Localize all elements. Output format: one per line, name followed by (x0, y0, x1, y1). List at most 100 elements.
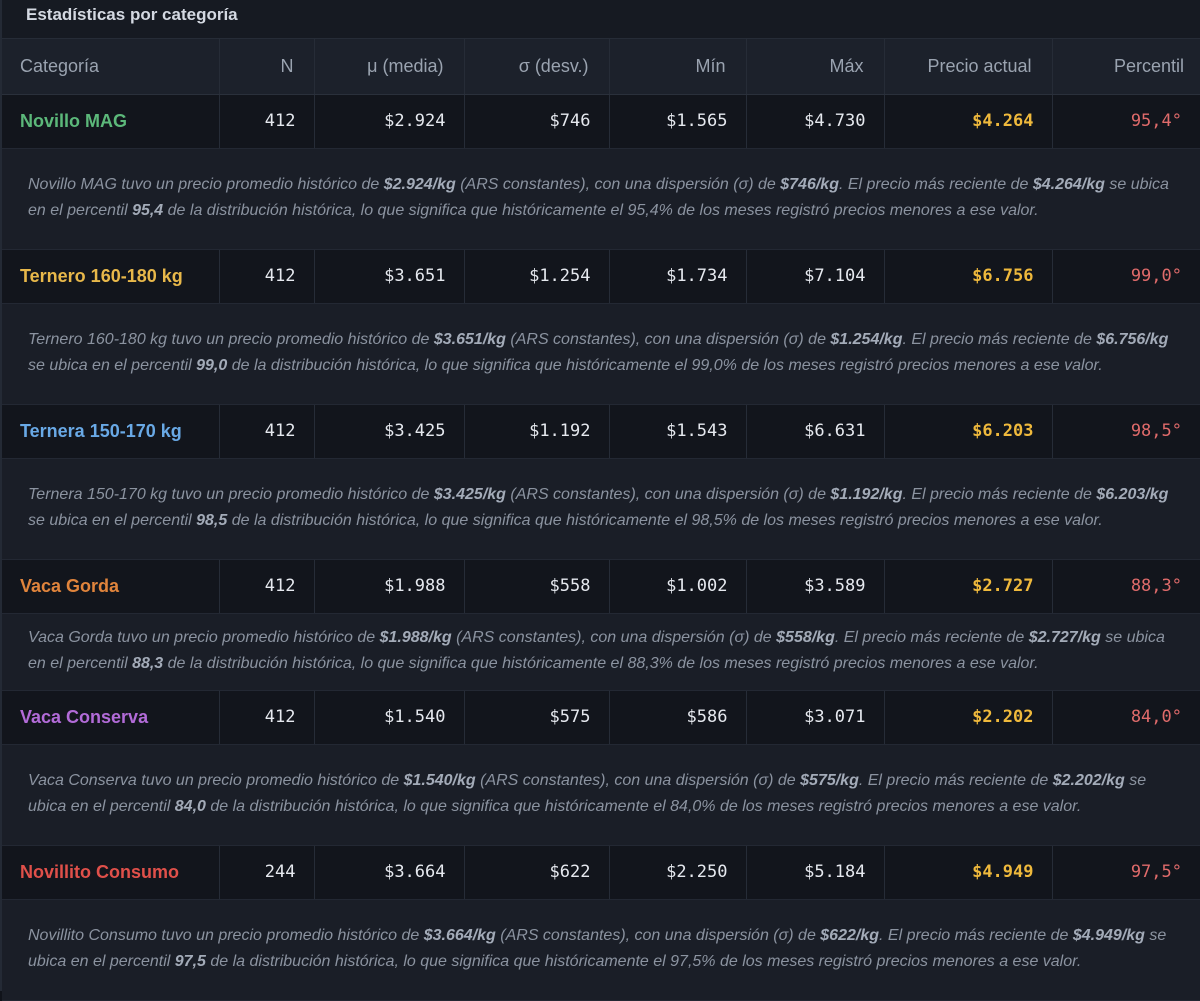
cell-n: 244 (219, 845, 315, 900)
cell-current-price: $4.949 (884, 845, 1053, 900)
description-highlight: $3.651/kg (433, 330, 506, 348)
description-highlight: $746/kg (780, 175, 839, 193)
cell-percentile: 99,0° (1052, 249, 1200, 304)
description-highlight: $6.203/kg (1096, 485, 1169, 503)
cell-sd: $746 (464, 94, 610, 149)
description-highlight: 99,0 (196, 356, 228, 374)
category-description: Ternera 150-170 kg tuvo un precio promed… (2, 458, 1200, 560)
cell-mean: $3.664 (314, 845, 465, 900)
cell-max: $5.184 (746, 845, 885, 900)
description-text: . El precio más reciente de (902, 330, 1097, 348)
cell-current-price: $4.264 (884, 94, 1053, 149)
col-header-percentil[interactable]: Percentil (1052, 39, 1200, 95)
cell-current-price: $6.203 (884, 404, 1053, 459)
description-text: (ARS constantes), con una dispersión (σ)… (505, 330, 831, 348)
col-header-categoria[interactable]: Categoría (2, 39, 220, 95)
cell-percentile: 88,3° (1052, 559, 1200, 614)
cell-mean: $3.651 (314, 249, 465, 304)
cell-sd: $1.192 (464, 404, 610, 459)
description-row: Ternero 160-180 kg tuvo un precio promed… (2, 303, 1200, 405)
description-text: . El precio más reciente de (858, 771, 1053, 789)
cell-max: $6.631 (746, 404, 885, 459)
description-highlight: $1.192/kg (830, 485, 903, 503)
cell-max: $3.589 (746, 559, 885, 614)
description-text: se ubica en el percentil (28, 356, 197, 374)
cell-max: $3.071 (746, 690, 885, 745)
category-description: Ternero 160-180 kg tuvo un precio promed… (2, 303, 1200, 405)
category-name: Vaca Conserva (2, 690, 220, 745)
cell-sd: $1.254 (464, 249, 610, 304)
cell-percentile: 98,5° (1052, 404, 1200, 459)
description-text: (ARS constantes), con una dispersión (σ)… (451, 628, 777, 646)
description-highlight: $575/kg (800, 771, 859, 789)
category-name: Novillo MAG (2, 94, 220, 149)
col-header-precio-actual[interactable]: Precio actual (884, 39, 1053, 95)
description-highlight: 97,5 (174, 952, 206, 970)
description-text: de la distribución histórica, lo que sig… (227, 356, 1103, 374)
col-header-n[interactable]: N (219, 39, 315, 95)
cell-mean: $3.425 (314, 404, 465, 459)
description-highlight: $2.202/kg (1052, 771, 1125, 789)
description-text: Vaca Gorda tuvo un precio promedio histó… (28, 628, 380, 646)
stats-panel: Estadísticas por categoría Categoría N μ… (0, 0, 1200, 1001)
description-text: (ARS constantes), con una dispersión (σ)… (455, 175, 781, 193)
col-header-desv[interactable]: σ (desv.) (464, 39, 610, 95)
table-header-row: Categoría N μ (media) σ (desv.) Mín Máx … (2, 39, 1200, 95)
category-name: Ternero 160-180 kg (2, 249, 220, 304)
col-header-max[interactable]: Máx (746, 39, 885, 95)
table-row[interactable]: Vaca Gorda 412 $1.988 $558 $1.002 $3.589 $2.72… (2, 559, 1200, 614)
category-description: Vaca Conserva tuvo un precio promedio hi… (2, 744, 1200, 846)
description-highlight: 88,3 (132, 654, 164, 672)
description-row: Ternera 150-170 kg tuvo un precio promed… (2, 458, 1200, 560)
cell-n: 412 (219, 94, 315, 149)
col-header-min[interactable]: Mín (609, 39, 747, 95)
description-highlight: $2.727/kg (1028, 628, 1101, 646)
description-row: Vaca Conserva tuvo un precio promedio hi… (2, 744, 1200, 846)
cell-min: $2.250 (609, 845, 747, 900)
description-highlight: $622/kg (820, 926, 879, 944)
description-text: Ternero 160-180 kg tuvo un precio promed… (28, 330, 434, 348)
cell-mean: $1.988 (314, 559, 465, 614)
description-text: se ubica en el percentil (28, 511, 197, 529)
description-text: de la distribución histórica, lo que sig… (227, 511, 1103, 529)
table-row[interactable]: Novillito Consumo 244 $3.664 $622 $2.250 $5.1… (2, 845, 1200, 900)
col-header-media[interactable]: μ (media) (314, 39, 465, 95)
cell-current-price: $2.727 (884, 559, 1053, 614)
description-text: (ARS constantes), con una dispersión (σ)… (505, 485, 831, 503)
cell-mean: $2.924 (314, 94, 465, 149)
cell-current-price: $2.202 (884, 690, 1053, 745)
table-row[interactable]: Novillo MAG 412 $2.924 $746 $1.565 $4.730 $4.2… (2, 94, 1200, 149)
category-description: Novillo MAG tuvo un precio promedio hist… (2, 148, 1200, 250)
description-highlight: $2.924/kg (383, 175, 456, 193)
category-name: Vaca Gorda (2, 559, 220, 614)
cell-n: 412 (219, 690, 315, 745)
description-text: de la distribución histórica, lo que sig… (163, 654, 1039, 672)
description-highlight: $4.264/kg (1032, 175, 1105, 193)
table-row[interactable]: Ternera 150-170 kg 412 $3.425 $1.192 $1.543 $… (2, 404, 1200, 459)
stats-table: Categoría N μ (media) σ (desv.) Mín Máx … (2, 39, 1200, 1001)
cell-min: $586 (609, 690, 747, 745)
cell-percentile: 84,0° (1052, 690, 1200, 745)
cell-sd: $622 (464, 845, 610, 900)
cell-sd: $558 (464, 559, 610, 614)
description-text: de la distribución histórica, lo que sig… (205, 952, 1082, 970)
cell-min: $1.734 (609, 249, 747, 304)
description-row: Novillito Consumo tuvo un precio promedi… (2, 899, 1200, 1001)
description-highlight: 95,4 (132, 201, 164, 219)
category-name: Novillito Consumo (2, 845, 220, 900)
description-highlight: 98,5 (196, 511, 228, 529)
description-highlight: $1.540/kg (403, 771, 476, 789)
description-highlight: 84,0 (174, 797, 206, 815)
description-highlight: $4.949/kg (1072, 926, 1145, 944)
table-row[interactable]: Ternero 160-180 kg 412 $3.651 $1.254 $1.734 $… (2, 249, 1200, 304)
description-text: de la distribución histórica, lo que sig… (205, 797, 1082, 815)
description-row: Novillo MAG tuvo un precio promedio hist… (2, 148, 1200, 250)
category-description: Novillito Consumo tuvo un precio promedi… (2, 899, 1200, 1001)
description-row: Vaca Gorda tuvo un precio promedio histó… (2, 613, 1200, 691)
description-highlight: $1.988/kg (379, 628, 452, 646)
cell-percentile: 95,4° (1052, 94, 1200, 149)
category-name: Ternera 150-170 kg (2, 404, 220, 459)
cell-min: $1.565 (609, 94, 747, 149)
table-row[interactable]: Vaca Conserva 412 $1.540 $575 $586 $3.071 $2.2… (2, 690, 1200, 745)
description-text: de la distribución histórica, lo que sig… (163, 201, 1039, 219)
